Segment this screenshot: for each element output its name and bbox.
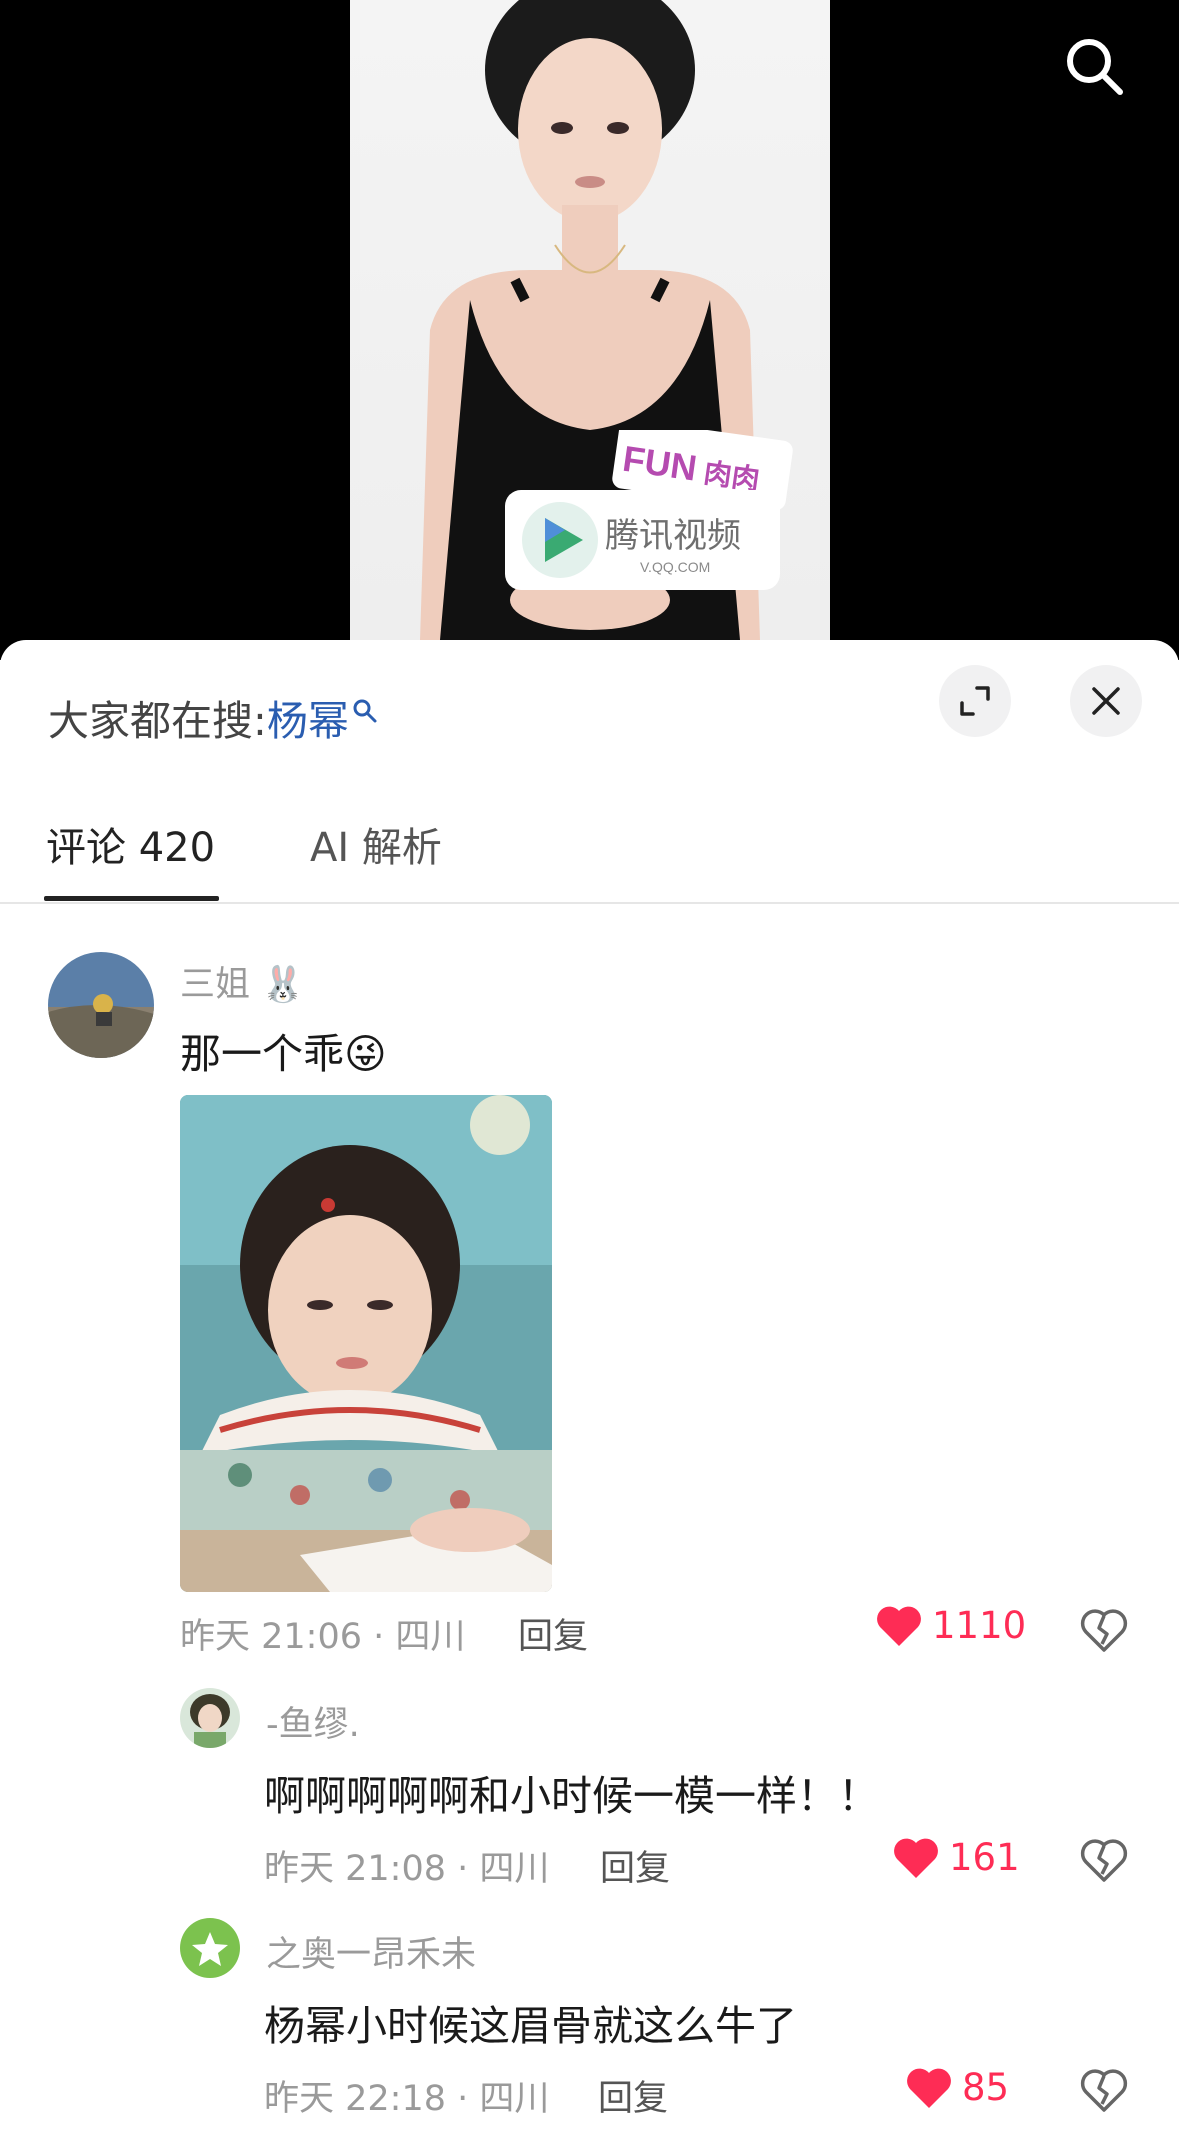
dislike-button[interactable] <box>1080 1606 1128 1654</box>
comment-meta: 昨天 21:08 · 四川 <box>264 1849 550 1889</box>
avatar[interactable] <box>180 1918 240 1978</box>
comment-text: 那一个乖😜 <box>180 1030 387 1078</box>
avatar[interactable] <box>180 1688 240 1748</box>
expand-button[interactable] <box>939 665 1011 737</box>
reply-button[interactable]: 回复 <box>598 2070 668 2121</box>
close-button[interactable] <box>1070 665 1142 737</box>
like-count: 1110 <box>932 1604 1027 1647</box>
broken-heart-icon <box>1080 1839 1128 1882</box>
comment-text: 啊啊啊啊啊和小时候一模一样！！ <box>264 1772 879 1820</box>
avatar[interactable] <box>48 952 154 1058</box>
comment-username[interactable]: 三姐 🐰 <box>180 956 305 1007</box>
tab-comments[interactable]: 评论 420 <box>46 815 215 873</box>
search-suggestion-keyword[interactable]: 杨幂 <box>267 697 349 745</box>
tab-ai-analysis[interactable]: AI 解析 <box>310 815 442 873</box>
comment-image[interactable] <box>180 1095 552 1592</box>
reply-button[interactable]: 回复 <box>518 1608 588 1659</box>
heart-icon <box>877 1606 921 1646</box>
like-button[interactable]: 1110 <box>876 1604 1026 1647</box>
broken-heart-icon <box>1080 1609 1128 1652</box>
broken-heart-icon <box>1080 2069 1128 2112</box>
comment-text: 杨幂小时候这眉骨就这么牛了 <box>264 2002 797 2050</box>
close-icon <box>1092 687 1120 715</box>
like-count: 85 <box>962 2066 1010 2109</box>
search-icon[interactable] <box>1062 34 1126 98</box>
heart-icon <box>907 2068 951 2108</box>
like-button[interactable]: 85 <box>906 2066 1009 2109</box>
comment-username[interactable]: 之奥一昂禾未 <box>266 1926 476 1977</box>
divider <box>0 902 1179 904</box>
like-button[interactable]: 161 <box>893 1836 1020 1879</box>
active-tab-indicator <box>44 896 219 901</box>
microphone-card: FUN 肉肉 腾讯视频 V.QQ.COM <box>505 419 795 590</box>
comment-meta: 昨天 21:06 · 四川 <box>180 1617 466 1657</box>
dislike-button[interactable] <box>1080 2066 1128 2114</box>
mic-logo-text: 腾讯视频 <box>605 516 741 556</box>
expand-icon <box>960 686 990 716</box>
reply-button[interactable]: 回复 <box>600 1840 670 1891</box>
heart-icon <box>894 1838 938 1878</box>
search-suggestion[interactable]: 大家都在搜:杨幂 <box>48 687 379 747</box>
comment-meta: 昨天 22:18 · 四川 <box>264 2079 550 2119</box>
tab-bar: 评论 420 AI 解析 <box>0 815 1179 905</box>
screen: FUN 肉肉 腾讯视频 V.QQ.COM 大家都在搜:杨幂 评论 420 AI … <box>0 0 1179 2130</box>
search-suggestion-label: 大家都在搜: <box>48 697 267 745</box>
mic-logo-url: V.QQ.COM <box>640 559 710 575</box>
like-count: 161 <box>949 1836 1020 1879</box>
comment-sheet: 大家都在搜:杨幂 评论 420 AI 解析 <box>0 640 1179 2130</box>
comment-username[interactable]: -鱼缪. <box>266 1696 360 1747</box>
video-player[interactable]: FUN 肉肉 腾讯视频 V.QQ.COM <box>0 0 1179 660</box>
dislike-button[interactable] <box>1080 1836 1128 1884</box>
search-icon <box>353 699 377 723</box>
